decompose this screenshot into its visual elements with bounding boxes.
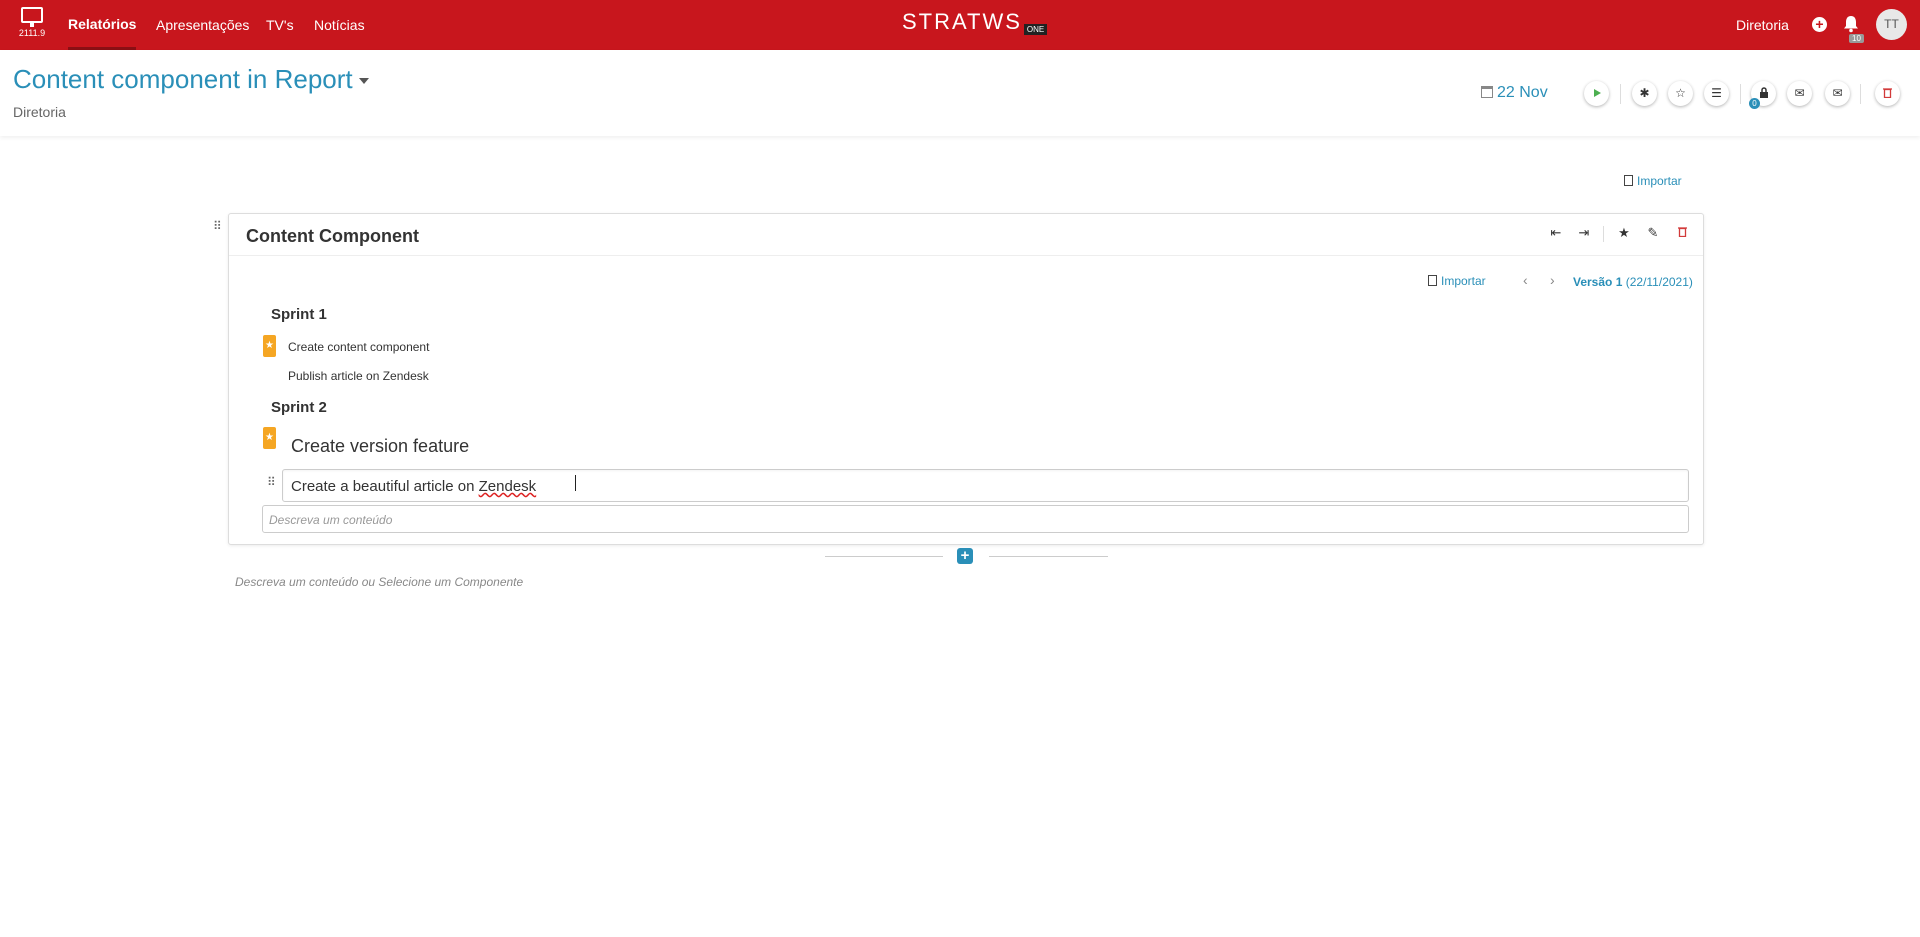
plus-icon: + xyxy=(960,547,970,564)
indent-button[interactable]: ⇥ xyxy=(1575,225,1593,241)
chevron-down-icon xyxy=(358,78,369,85)
avatar[interactable]: TT xyxy=(1876,9,1907,40)
list-icon: ☰ xyxy=(1711,86,1722,100)
nav-item-noticias[interactable]: Notícias xyxy=(314,0,365,50)
nav-item-tvs[interactable]: TV's xyxy=(266,0,294,50)
drag-handle-icon[interactable]: ⠿ xyxy=(267,475,276,489)
delete-report-button[interactable] xyxy=(1875,81,1900,106)
chevron-left-icon: ‹ xyxy=(1523,272,1528,288)
drag-handle-icon[interactable]: ⠿ xyxy=(213,219,222,233)
previous-version-button[interactable]: ‹ xyxy=(1523,272,1528,288)
app-home-icon[interactable]: 2111.9 xyxy=(18,7,46,38)
list-item[interactable]: Create version feature xyxy=(291,436,469,457)
favorite-button[interactable]: ☆ xyxy=(1668,81,1693,106)
delete-component-button[interactable] xyxy=(1673,225,1691,240)
outdent-button[interactable]: ⇤ xyxy=(1547,225,1565,241)
page-title[interactable]: Content component in Report xyxy=(13,64,369,95)
play-button[interactable] xyxy=(1584,81,1609,106)
content-component-card: Content Component ⇤ ⇥ ★ ✎ Importar ‹ › V… xyxy=(228,213,1704,545)
divider xyxy=(989,556,1108,557)
input-placeholder: Descreva um conteúdo xyxy=(269,513,393,527)
star-outline-icon: ☆ xyxy=(1675,86,1686,100)
new-content-placeholder[interactable]: Descreva um conteúdo ou Selecione um Com… xyxy=(235,575,523,589)
add-icon[interactable]: + xyxy=(1812,17,1827,32)
top-navbar: 2111.9 Relatórios Apresentações TV's Not… xyxy=(0,0,1920,50)
lock-icon xyxy=(1759,87,1768,98)
menu-button[interactable]: ☰ xyxy=(1704,81,1729,106)
version-label[interactable]: Versão 1 (22/11/2021) xyxy=(1573,275,1693,289)
report-header: Content component in Report Diretoria 22… xyxy=(0,50,1920,136)
app-version: 2111.9 xyxy=(18,28,46,38)
envelope-open-icon: ✉ xyxy=(1794,86,1805,100)
component-title: Content Component xyxy=(246,226,419,246)
next-version-button[interactable]: › xyxy=(1550,272,1555,288)
content-input[interactable]: Descreva um conteúdo xyxy=(262,505,1689,533)
outdent-icon: ⇤ xyxy=(1550,225,1562,240)
text-cursor xyxy=(575,475,581,491)
date-selector[interactable]: 22 Nov xyxy=(1481,84,1548,102)
envelope-icon: ✉ xyxy=(1832,86,1843,100)
import-file-icon xyxy=(1428,275,1437,286)
mail-open-button[interactable]: ✉ xyxy=(1787,81,1812,106)
content-editor[interactable]: Create a beautiful article on Zendesk xyxy=(282,469,1689,502)
divider xyxy=(825,556,943,557)
highlight-button[interactable]: ★ xyxy=(1615,225,1633,241)
gear-icon: ✱ xyxy=(1639,86,1650,100)
divider xyxy=(1620,84,1621,104)
divider xyxy=(1860,84,1861,104)
divider xyxy=(229,255,1703,256)
brand-logo[interactable]: STRATWS ONE xyxy=(902,9,1048,35)
star-icon[interactable]: ★ xyxy=(263,427,276,449)
star-icon[interactable]: ★ xyxy=(263,335,276,357)
notification-count: 10 xyxy=(1849,34,1864,43)
list-item[interactable]: Create content component xyxy=(288,340,429,354)
editor-text: Create a beautiful article on xyxy=(291,478,479,495)
mail-button[interactable]: ✉ xyxy=(1825,81,1850,106)
chevron-right-icon: › xyxy=(1550,272,1555,288)
divider xyxy=(1740,84,1741,104)
page-subtitle: Diretoria xyxy=(13,104,66,120)
misspelled-word: Zendesk xyxy=(478,478,537,495)
section-heading[interactable]: Sprint 2 xyxy=(271,399,327,416)
lock-count-badge: 0 xyxy=(1749,98,1760,109)
org-selector[interactable]: Diretoria xyxy=(1736,0,1789,50)
trash-icon xyxy=(1677,227,1687,238)
import-link[interactable]: Importar xyxy=(1624,174,1682,188)
attach-button[interactable]: ✎ xyxy=(1644,225,1662,241)
component-import-link[interactable]: Importar xyxy=(1428,274,1486,288)
nav-item-relatorios[interactable]: Relatórios xyxy=(68,0,137,50)
bell-icon[interactable] xyxy=(1843,15,1859,33)
add-component-button[interactable]: + xyxy=(957,548,973,564)
section-heading[interactable]: Sprint 1 xyxy=(271,306,327,323)
trash-icon xyxy=(1883,88,1892,99)
import-file-icon xyxy=(1624,175,1633,186)
settings-button[interactable]: ✱ xyxy=(1632,81,1657,106)
divider xyxy=(1603,226,1604,242)
indent-icon: ⇥ xyxy=(1578,225,1590,240)
list-item[interactable]: Publish article on Zendesk xyxy=(288,369,429,383)
paperclip-icon: ✎ xyxy=(1647,225,1659,240)
calendar-icon xyxy=(1481,86,1493,98)
nav-item-apresentacoes[interactable]: Apresentações xyxy=(156,0,249,50)
star-icon: ★ xyxy=(1618,225,1630,240)
